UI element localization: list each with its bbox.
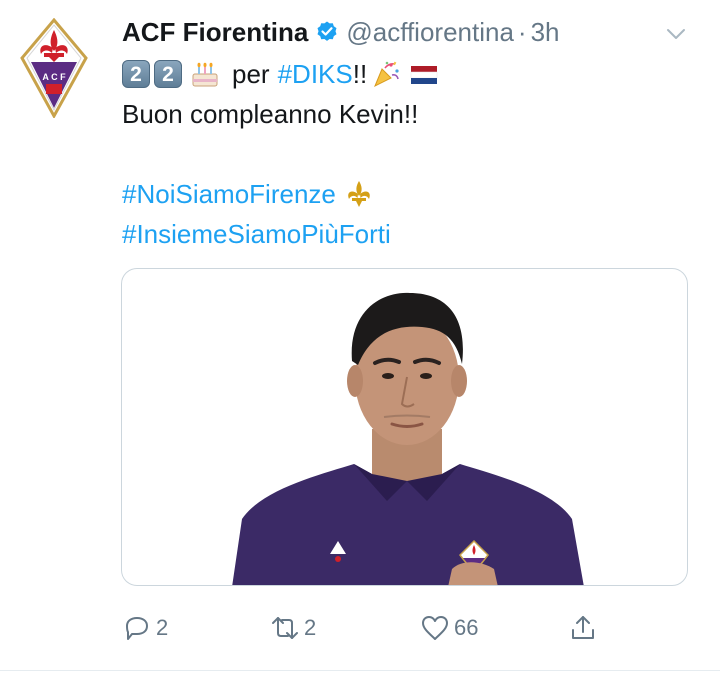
share-button[interactable] [568,606,598,650]
hashtag-insiemesiamopiuforti[interactable]: #InsiemeSiamoPiùForti [122,214,391,254]
tweet-header: ACF Fiorentina @acffiorentina · 3h [122,14,700,50]
verified-badge-icon [317,21,337,41]
tweet-line-2: Buon compleanno Kevin!! [122,99,419,129]
birthday-cake-icon [192,62,218,87]
tweet-media[interactable] [121,268,688,586]
fiorentina-crest-icon: A C F [20,17,88,120]
share-icon [572,616,594,639]
heart-icon [422,616,448,640]
chevron-down-icon[interactable] [664,22,688,46]
tweet-line-4: #InsiemeSiamoPiùForti [122,214,682,254]
per-text: per [232,59,270,89]
like-count: 66 [454,615,479,640]
tweet-line-3: #NoiSiamoFirenze [122,174,682,214]
tweet-actions: 2 2 66 [122,606,642,650]
netherlands-flag-icon [410,66,438,84]
party-popper-icon [374,61,399,88]
separator-dot: · [517,16,527,47]
exclaim-text: !! [352,59,368,89]
avatar[interactable]: A C F [20,17,88,120]
keycap-digit: 2 [122,60,150,88]
keycap-digit: 2 [154,60,182,88]
handle[interactable]: @acffiorentina [346,17,514,48]
tweet-line-1: 2 2 per #DIKS !! [122,54,682,94]
reply-count: 2 [156,615,169,640]
like-button[interactable]: 66 [420,606,478,650]
hashtag-noisiamofirenze[interactable]: #NoiSiamoFirenze [122,174,336,214]
crest-letters: A C F [42,72,66,82]
divider [0,670,720,671]
tweet-card[interactable]: A C F ACF Fiorentina @acffiorentina · 3h… [0,0,720,674]
tweet-text: 2 2 per #DIKS !! Buon compleanno Kevin!!… [122,54,682,254]
display-name[interactable]: ACF Fiorentina [122,17,308,48]
retweet-count: 2 [304,615,317,640]
player-photo [232,292,584,585]
retweet-icon [272,617,298,639]
reply-icon [126,617,148,640]
timestamp[interactable]: 3h [531,17,560,48]
retweet-button[interactable]: 2 [270,606,316,650]
reply-button[interactable]: 2 [122,606,168,650]
hashtag-diks[interactable]: #DIKS [278,54,353,94]
fleur-de-lis-icon [348,181,370,207]
